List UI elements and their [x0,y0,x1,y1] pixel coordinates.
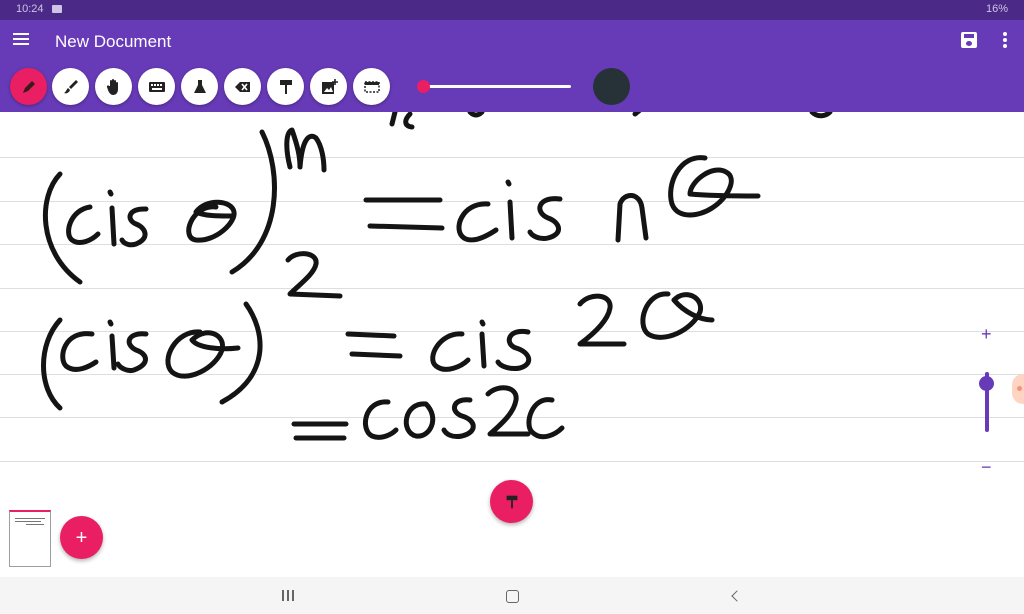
backspace-icon [234,81,250,92]
status-time: 10:24 [16,3,44,15]
page-thumbnail[interactable] [9,510,51,567]
video-recording-icon [52,5,62,13]
pen-tool-button[interactable] [10,68,47,105]
selection-tool-button[interactable] [353,68,390,105]
keyboard-icon [148,81,165,92]
hand-icon [106,78,118,95]
drawing-toolbar [0,62,1024,112]
page-scroll-handle[interactable] [1012,374,1024,404]
zoom-out-button[interactable]: − [981,457,992,478]
paint-roller-icon [506,495,517,508]
thumbnail-ink [15,518,45,519]
eraser-tool-button[interactable] [224,68,261,105]
recents-icon[interactable] [278,587,298,605]
battery-level: 16% [985,3,1008,15]
stroke-width-thumb[interactable] [417,80,430,93]
home-icon[interactable] [503,587,523,605]
hand-tool-button[interactable] [95,68,132,105]
flask-icon [193,79,206,93]
zoom-in-button[interactable]: + [981,324,992,345]
paint-roller-icon [279,79,292,94]
app-bar: New Document [0,20,1024,62]
zoom-slider-thumb[interactable] [979,376,994,391]
menu-icon[interactable] [13,33,29,47]
thumbnail-ink [15,521,41,522]
flask-tool-button[interactable] [181,68,218,105]
brush-tool-button[interactable] [52,68,89,105]
fill-fab-button[interactable] [490,480,533,523]
writing-canvas[interactable]: + − + [0,112,1024,577]
pen-color-swatch[interactable] [593,68,630,105]
stroke-width-slider[interactable] [417,80,571,93]
add-page-button[interactable]: + [60,516,103,559]
document-title: New Document [55,32,172,51]
add-image-icon [321,78,338,94]
more-options-icon[interactable] [998,32,1012,50]
status-bar: 10:24 16% [0,0,1024,20]
back-icon[interactable] [728,587,748,605]
plus-icon: + [75,526,88,549]
insert-image-button[interactable] [310,68,347,105]
brush-icon [63,79,78,93]
save-icon[interactable] [961,32,977,48]
system-nav-bar [0,577,1024,614]
selection-icon [363,80,380,93]
keyboard-tool-button[interactable] [138,68,175,105]
pen-icon [22,80,35,93]
thumbnail-ink [26,524,44,525]
fill-tool-button[interactable] [267,68,304,105]
